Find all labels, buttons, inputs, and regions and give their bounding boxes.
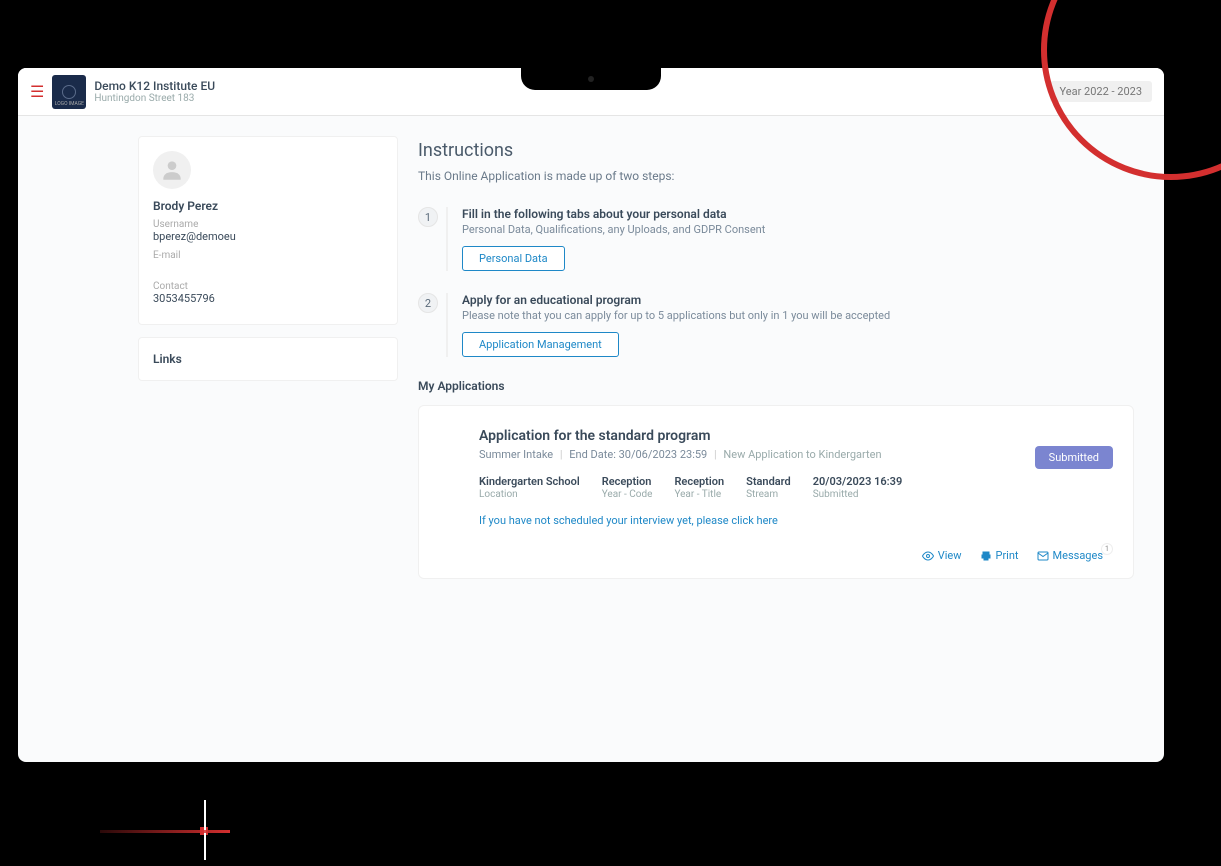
application-details-grid: Kindergarten School Location Reception Y… bbox=[479, 475, 1103, 500]
application-management-button[interactable]: Application Management bbox=[462, 332, 619, 357]
detail-submitted: 20/03/2023 16:39 Submitted bbox=[813, 475, 903, 500]
detail-value: Standard bbox=[746, 475, 791, 488]
detail-label: Year - Title bbox=[674, 489, 724, 500]
links-card: Links bbox=[138, 337, 398, 381]
detail-stream: Standard Stream bbox=[746, 475, 791, 500]
intake-value: Summer Intake bbox=[479, 448, 553, 461]
personal-data-button[interactable]: Personal Data bbox=[462, 246, 565, 271]
person-icon bbox=[159, 157, 185, 183]
messages-badge: 1 bbox=[1101, 543, 1113, 555]
step-title: Apply for an educational program bbox=[462, 293, 1134, 307]
view-action[interactable]: View bbox=[922, 549, 962, 562]
end-date: End Date: 30/06/2023 23:59 bbox=[569, 448, 707, 461]
contact-value: 3053455796 bbox=[153, 292, 383, 306]
messages-label: Messages bbox=[1053, 549, 1103, 562]
application-title: Application for the standard program bbox=[479, 428, 1103, 444]
tablet-notch bbox=[521, 68, 661, 90]
profile-name: Brody Perez bbox=[153, 199, 383, 213]
detail-year-title: Reception Year - Title bbox=[674, 475, 724, 500]
step-description: Personal Data, Qualifications, any Uploa… bbox=[462, 223, 1134, 236]
detail-location: Kindergarten School Location bbox=[479, 475, 580, 500]
main-content: Instructions This Online Application is … bbox=[398, 136, 1164, 579]
print-label: Print bbox=[996, 549, 1019, 562]
detail-label: Year - Code bbox=[602, 489, 653, 500]
email-label: E-mail bbox=[153, 250, 383, 261]
print-action[interactable]: Print bbox=[980, 549, 1019, 562]
page-body: Brody Perez Username bperez@demoeu E-mai… bbox=[18, 116, 1164, 579]
envelope-icon bbox=[1037, 550, 1049, 562]
screen-content: ☰ LOGO IMAGE Demo K12 Institute EU Hunti… bbox=[18, 68, 1164, 762]
avatar bbox=[153, 151, 191, 189]
step-2: 2 Apply for an educational program Pleas… bbox=[418, 293, 1134, 357]
step-title: Fill in the following tabs about your pe… bbox=[462, 207, 1134, 221]
contact-label: Contact bbox=[153, 281, 383, 292]
detail-value: Reception bbox=[602, 475, 653, 488]
tablet-device-frame: ☰ LOGO IMAGE Demo K12 Institute EU Hunti… bbox=[0, 50, 1182, 780]
card-actions: View Print Messages 1 bbox=[479, 549, 1103, 562]
detail-value: Kindergarten School bbox=[479, 475, 580, 488]
username-value: bperez@demoeu bbox=[153, 230, 383, 244]
decorative-red-line bbox=[100, 830, 230, 833]
links-heading: Links bbox=[153, 352, 383, 366]
step-1: 1 Fill in the following tabs about your … bbox=[418, 207, 1134, 271]
step-number: 2 bbox=[418, 293, 438, 313]
institution-logo: LOGO IMAGE bbox=[52, 75, 86, 109]
eye-icon bbox=[922, 550, 934, 562]
schedule-interview-link[interactable]: If you have not scheduled your interview… bbox=[479, 514, 1103, 527]
camera-dot bbox=[588, 76, 594, 82]
detail-value: 20/03/2023 16:39 bbox=[813, 475, 903, 488]
step-number: 1 bbox=[418, 207, 438, 227]
my-applications-heading: My Applications bbox=[418, 379, 1134, 393]
institution-address: Huntingdon Street 183 bbox=[94, 93, 215, 104]
profile-card: Brody Perez Username bperez@demoeu E-mai… bbox=[138, 136, 398, 325]
detail-value: Reception bbox=[674, 475, 724, 488]
username-label: Username bbox=[153, 219, 383, 230]
instructions-subtitle: This Online Application is made up of tw… bbox=[418, 169, 1134, 183]
detail-label: Submitted bbox=[813, 489, 903, 500]
messages-action[interactable]: Messages 1 bbox=[1037, 549, 1103, 562]
menu-icon[interactable]: ☰ bbox=[30, 82, 44, 101]
new-application-text: New Application to Kindergarten bbox=[723, 448, 881, 461]
detail-label: Stream bbox=[746, 489, 791, 500]
view-label: View bbox=[938, 549, 962, 562]
email-value bbox=[153, 261, 383, 275]
status-badge: Submitted bbox=[1035, 446, 1113, 469]
printer-icon bbox=[980, 550, 992, 562]
instructions-heading: Instructions bbox=[418, 140, 1134, 161]
application-meta: Summer Intake | End Date: 30/06/2023 23:… bbox=[479, 448, 1103, 461]
detail-year-code: Reception Year - Code bbox=[602, 475, 653, 500]
header-left-group: ☰ LOGO IMAGE Demo K12 Institute EU Hunti… bbox=[30, 75, 215, 109]
application-card: Submitted Application for the standard p… bbox=[418, 405, 1134, 579]
header-titles: Demo K12 Institute EU Huntingdon Street … bbox=[94, 79, 215, 104]
institution-name: Demo K12 Institute EU bbox=[94, 79, 215, 93]
sidebar: Brody Perez Username bperez@demoeu E-mai… bbox=[138, 136, 398, 579]
step-description: Please note that you can apply for up to… bbox=[462, 309, 1134, 322]
detail-label: Location bbox=[479, 489, 580, 500]
